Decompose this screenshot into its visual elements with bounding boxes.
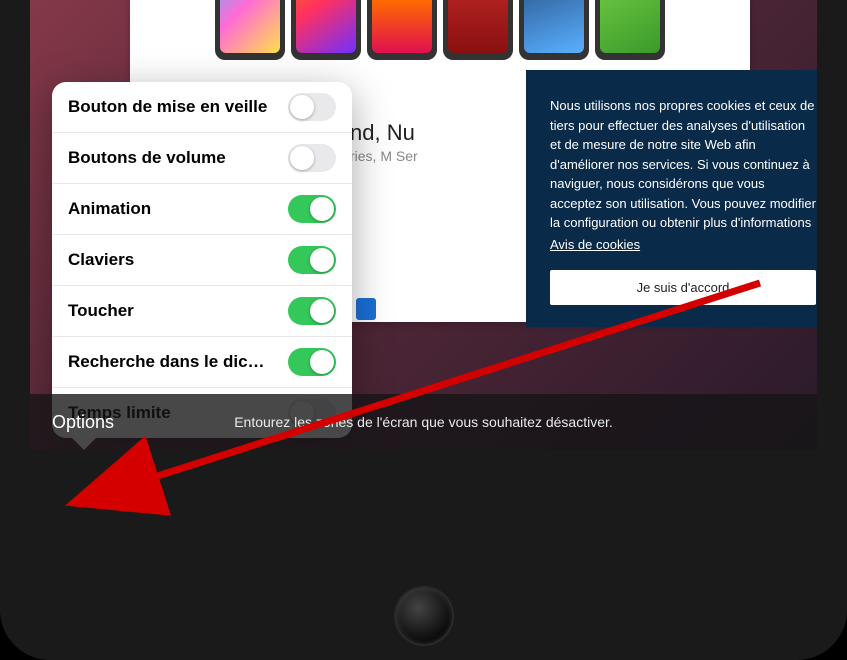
toggle-switch[interactable] bbox=[288, 246, 336, 274]
ipad-frame: nd, Nu ries, M Ser Nous utilisons nos pr… bbox=[0, 0, 847, 660]
option-touch[interactable]: Toucher bbox=[52, 286, 352, 337]
option-label: Claviers bbox=[68, 250, 134, 270]
toggle-switch[interactable] bbox=[288, 93, 336, 121]
home-button[interactable] bbox=[396, 588, 452, 644]
option-label: Bouton de mise en veille bbox=[68, 97, 267, 117]
guided-access-toolbar: Options Entourez les zones de l'écran qu… bbox=[30, 394, 817, 450]
phone-image bbox=[443, 0, 513, 60]
product-images-row bbox=[130, 0, 750, 65]
cookie-notice-link[interactable]: Avis de cookies bbox=[550, 237, 640, 252]
toggle-switch[interactable] bbox=[288, 195, 336, 223]
cookie-accept-button[interactable]: Je suis d'accord bbox=[550, 270, 816, 305]
toggle-switch[interactable] bbox=[288, 348, 336, 376]
option-dictionary-lookup[interactable]: Recherche dans le diction... bbox=[52, 337, 352, 388]
ipad-screen: nd, Nu ries, M Ser Nous utilisons nos pr… bbox=[30, 0, 817, 450]
cookie-banner: Nous utilisons nos propres cookies et ce… bbox=[526, 70, 817, 327]
option-label: Toucher bbox=[68, 301, 134, 321]
option-sleep-button[interactable]: Bouton de mise en veille bbox=[52, 82, 352, 133]
cookie-text: Nous utilisons nos propres cookies et ce… bbox=[550, 96, 816, 233]
option-volume-buttons[interactable]: Boutons de volume bbox=[52, 133, 352, 184]
product-subtitle-fragment: ries, M Ser bbox=[350, 148, 418, 164]
toggle-switch[interactable] bbox=[288, 297, 336, 325]
option-keyboards[interactable]: Claviers bbox=[52, 235, 352, 286]
phone-image bbox=[367, 0, 437, 60]
option-label: Animation bbox=[68, 199, 151, 219]
option-label: Recherche dans le diction... bbox=[68, 352, 268, 372]
option-label: Boutons de volume bbox=[68, 148, 226, 168]
phone-image bbox=[519, 0, 589, 60]
options-button[interactable]: Options bbox=[30, 412, 136, 433]
phone-image bbox=[595, 0, 665, 60]
instructions-text: Entourez les zones de l'écran que vous s… bbox=[234, 414, 613, 430]
phone-image bbox=[215, 0, 285, 60]
dropdown-button[interactable] bbox=[356, 298, 376, 320]
option-animation[interactable]: Animation bbox=[52, 184, 352, 235]
phone-image bbox=[291, 0, 361, 60]
toggle-switch[interactable] bbox=[288, 144, 336, 172]
options-popover: Bouton de mise en veille Boutons de volu… bbox=[52, 82, 352, 438]
product-title-fragment: nd, Nu bbox=[350, 120, 415, 146]
